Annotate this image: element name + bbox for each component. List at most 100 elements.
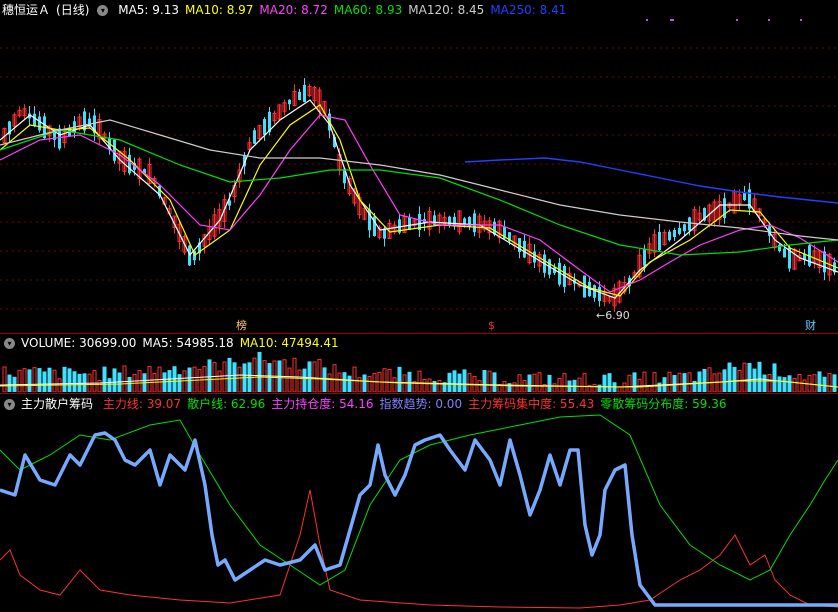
volume-bar [212, 361, 217, 392]
volume-bar [832, 374, 837, 392]
volume-bar [732, 366, 737, 392]
volume-bar [827, 372, 832, 392]
indicator-legend: 主力线: 39.07 散户线: 62.96 主力持仓度: 54.16 指数趋势: 0.… [103, 397, 733, 411]
toggle-icon[interactable]: ▾ [4, 338, 15, 349]
candle-body [593, 285, 596, 298]
signal-dot [768, 19, 770, 21]
volume-bar [287, 367, 292, 392]
volume-bar [197, 369, 202, 392]
volume-bar [532, 373, 537, 392]
volume-bar [317, 358, 322, 392]
candle-body [113, 139, 116, 161]
volume-bar [257, 351, 262, 392]
event-tag-cai[interactable]: 财 [805, 319, 816, 332]
volume-bar [222, 361, 227, 392]
volume-bar [727, 362, 732, 392]
volume-bar [47, 367, 52, 392]
volume-bar [697, 371, 702, 392]
volume-bar [297, 369, 302, 392]
volume-bar [762, 374, 767, 392]
toggle-icon[interactable]: ▾ [4, 399, 15, 410]
volume-bar [632, 372, 637, 392]
volume-bar [622, 382, 627, 392]
panel-divider[interactable] [0, 393, 838, 394]
volume-bar [127, 377, 132, 392]
ma-legend-item-0: MA5: 9.13 [118, 3, 179, 17]
volume-bar [627, 374, 632, 392]
volume-bar [777, 376, 782, 392]
volume-bar [757, 361, 762, 392]
volume-bar [352, 366, 357, 392]
volume-panel[interactable]: ▾ VOLUME: 30699.00 MA5: 54985.18 MA10: 4749… [0, 335, 838, 392]
volume-bar [452, 370, 457, 392]
indicator-legend-item-1: 散户线: 62.96 [187, 397, 266, 411]
volume-bar [37, 368, 42, 392]
volume-bar [17, 369, 22, 392]
volume-bar [162, 372, 167, 392]
volume-bar [357, 377, 362, 392]
volume-bar [577, 377, 582, 392]
volume-bar [657, 382, 662, 392]
volume-bar [517, 374, 522, 392]
ma-line [0, 114, 838, 293]
ma-line [0, 104, 838, 297]
retail-line [0, 414, 838, 586]
volume-bar [592, 383, 597, 392]
candle-body [668, 231, 671, 241]
volume-bar [27, 369, 32, 392]
volume-bar [537, 372, 542, 392]
candle-body [33, 113, 36, 126]
volume-bar [707, 367, 712, 392]
volume-bar [722, 369, 727, 392]
volume-bar [282, 359, 287, 392]
volume-bar [467, 373, 472, 392]
volume-bar [382, 368, 387, 392]
volume-bar [22, 368, 27, 392]
volume-bar [107, 378, 112, 392]
volume-bar [642, 371, 647, 392]
volume-bar [182, 370, 187, 392]
volume-bar [652, 372, 657, 392]
candle-body [288, 99, 291, 105]
volume-bar [102, 366, 107, 392]
volume-bar [7, 374, 12, 392]
volume-bar [607, 373, 612, 392]
indicator-panel[interactable]: ▾ 主力散户筹码 主力线: 39.07 散户线: 62.96 主力持仓度: 54.16… [0, 395, 838, 612]
panel-divider[interactable] [0, 333, 838, 334]
volume-bar [772, 363, 777, 392]
volume-bar [682, 373, 687, 392]
ma-line [0, 99, 838, 299]
indicator-chart[interactable] [0, 395, 838, 612]
indicator-legend-item-4: 主力筹码集中度: 55.43 [468, 397, 595, 411]
candle-body [643, 248, 646, 266]
candle-body [598, 286, 601, 302]
candle-body [673, 229, 676, 238]
volume-bar [802, 379, 807, 392]
volume-bar [397, 366, 402, 392]
event-tag-dollar[interactable]: $ [488, 319, 495, 332]
candle-body [253, 130, 256, 144]
volume-ma5: MA5: 54985.18 [142, 336, 234, 350]
event-tag-bang[interactable]: 榜 [236, 319, 247, 332]
kline-chart[interactable] [0, 0, 838, 333]
ma-legend-item-4: MA120: 8.45 [408, 3, 485, 17]
toggle-icon[interactable]: ▾ [97, 5, 109, 16]
volume-bar [32, 367, 37, 392]
volume-bar [447, 372, 452, 392]
ma-legend-item-1: MA10: 8.97 [185, 3, 254, 17]
volume-bar [122, 365, 127, 392]
volume-bar [702, 368, 707, 392]
volume-bar [72, 371, 77, 392]
volume-bar [457, 373, 462, 392]
volume-bar [332, 364, 337, 392]
volume-bar [552, 383, 557, 392]
volume-bar [582, 373, 587, 392]
volume-bar [327, 373, 332, 392]
volume-bar [747, 362, 752, 392]
kline-panel[interactable]: 穗恒运Ａ (日线) ▾ MA5: 9.13 MA10: 8.97 MA20: 8.72 M… [0, 0, 838, 333]
volume-bar [677, 372, 682, 392]
ma-line [464, 157, 838, 204]
volume-bar [492, 372, 497, 392]
volume-bar [347, 375, 352, 392]
ma-legend-item-2: MA20: 8.72 [259, 3, 328, 17]
